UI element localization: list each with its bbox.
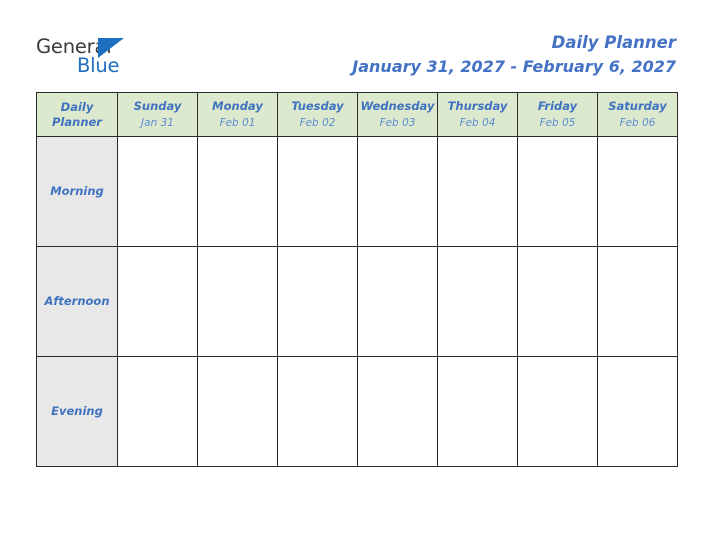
planner-cell-afternoon-friday[interactable] (517, 246, 598, 357)
daily-planner-page: General Blue Daily Planner January 31, 2… (0, 0, 712, 550)
planner-cell-afternoon-monday[interactable] (197, 246, 278, 357)
planner-cell-morning-sunday[interactable] (117, 136, 198, 247)
row-label-afternoon: Afternoon (36, 246, 118, 357)
planner-cell-morning-monday[interactable] (197, 136, 278, 247)
row-label-morning: Morning (36, 136, 118, 247)
day-date-label: Feb 02 (299, 116, 336, 129)
day-header-thursday: Thursday Feb 04 (437, 92, 518, 137)
day-date-label: Feb 03 (379, 116, 416, 129)
table-row-evening: Evening (36, 356, 678, 467)
planner-cell-morning-thursday[interactable] (437, 136, 518, 247)
day-name-label: Tuesday (291, 98, 344, 113)
day-name-label: Thursday (447, 98, 508, 113)
planner-cell-evening-wednesday[interactable] (357, 356, 438, 467)
row-label-evening: Evening (36, 356, 118, 467)
planner-cell-evening-saturday[interactable] (597, 356, 678, 467)
logo-text-blue: Blue (77, 54, 120, 77)
day-date-label: Feb 06 (619, 116, 656, 129)
date-range-label: January 31, 2027 - February 6, 2027 (352, 57, 676, 76)
title-block: Daily Planner January 31, 2027 - Februar… (352, 32, 676, 78)
page-header: General Blue Daily Planner January 31, 2… (0, 0, 712, 92)
planner-cell-morning-saturday[interactable] (597, 136, 678, 247)
table-row-afternoon: Afternoon (36, 246, 678, 357)
planner-cell-evening-sunday[interactable] (117, 356, 198, 467)
day-header-saturday: Saturday Feb 06 (597, 92, 678, 137)
weekly-planner-table: Daily Planner Sunday Jan 31 Monday Feb 0… (36, 92, 678, 467)
day-name-label: Monday (212, 98, 263, 113)
planner-cell-afternoon-saturday[interactable] (597, 246, 678, 357)
page-title: Daily Planner (551, 33, 676, 52)
day-name-label: Friday (537, 98, 578, 113)
day-date-label: Feb 05 (539, 116, 576, 129)
planner-cell-morning-wednesday[interactable] (357, 136, 438, 247)
corner-label-line1: Daily (60, 99, 94, 114)
table-corner-header: Daily Planner (36, 92, 118, 137)
planner-cell-morning-tuesday[interactable] (277, 136, 358, 247)
planner-cell-evening-tuesday[interactable] (277, 356, 358, 467)
day-header-sunday: Sunday Jan 31 (117, 92, 198, 137)
day-date-label: Feb 04 (459, 116, 496, 129)
planner-cell-evening-thursday[interactable] (437, 356, 518, 467)
day-header-wednesday: Wednesday Feb 03 (357, 92, 438, 137)
day-name-label: Sunday (133, 98, 182, 113)
planner-cell-morning-friday[interactable] (517, 136, 598, 247)
day-header-monday: Monday Feb 01 (197, 92, 278, 137)
row-label-text: Afternoon (44, 294, 110, 308)
planner-cell-afternoon-thursday[interactable] (437, 246, 518, 357)
planner-cell-afternoon-tuesday[interactable] (277, 246, 358, 357)
row-label-text: Evening (51, 404, 103, 418)
table-header-row: Daily Planner Sunday Jan 31 Monday Feb 0… (36, 92, 678, 137)
planner-cell-afternoon-sunday[interactable] (117, 246, 198, 357)
day-header-tuesday: Tuesday Feb 02 (277, 92, 358, 137)
day-name-label: Wednesday (360, 98, 435, 113)
day-name-label: Saturday (608, 98, 667, 113)
day-date-label: Feb 01 (219, 116, 256, 129)
corner-label-line2: Planner (52, 114, 102, 129)
table-row-morning: Morning (36, 136, 678, 247)
day-header-friday: Friday Feb 05 (517, 92, 598, 137)
row-label-text: Morning (50, 184, 104, 198)
planner-cell-afternoon-wednesday[interactable] (357, 246, 438, 357)
planner-cell-evening-monday[interactable] (197, 356, 278, 467)
planner-cell-evening-friday[interactable] (517, 356, 598, 467)
day-date-label: Jan 31 (141, 116, 174, 129)
general-blue-logo: General Blue (36, 36, 166, 80)
